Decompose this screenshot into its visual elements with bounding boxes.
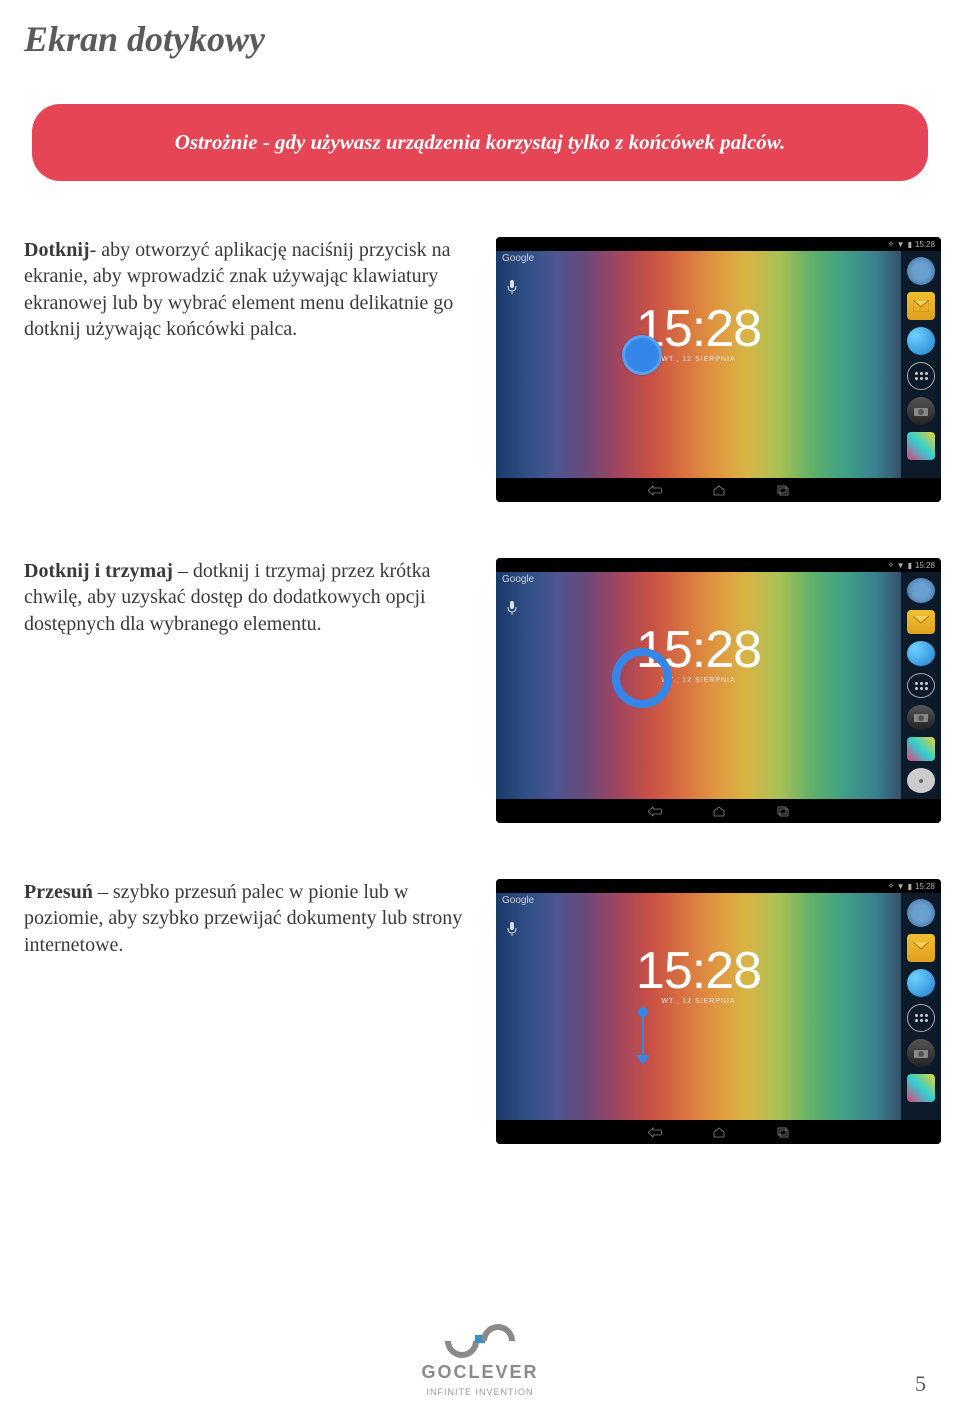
clock-time: 15:28 <box>636 941 761 1001</box>
camera-icon[interactable] <box>907 257 935 285</box>
browser-icon[interactable] <box>907 641 935 666</box>
wifi-icon: ▼ <box>897 882 905 891</box>
google-search-label[interactable]: Google <box>502 574 534 585</box>
gallery-icon[interactable] <box>907 432 935 460</box>
wallpaper: Google 15:28 WT., 12 SIERPNIA <box>496 893 901 1120</box>
status-time: 15:28 <box>915 240 935 249</box>
page-title: Ekran dotykowy <box>0 0 960 60</box>
warning-callout: Ostrożnie - gdy używasz urządzenia korzy… <box>32 104 928 181</box>
wallpaper: Google 15:28 WT., 12 SIERPNIA <box>496 251 901 478</box>
status-bar: ⟡ ▼ ▮ 15:28 <box>496 558 941 572</box>
tablet-screenshot-tap: ⟡ ▼ ▮ 15:28 Google 15:28 WT., 12 SIERPNI… <box>496 237 941 502</box>
gallery-icon[interactable] <box>907 737 935 762</box>
camera-icon[interactable] <box>907 1039 935 1067</box>
section-tap-bold: Dotknij <box>24 239 90 261</box>
camera-icon[interactable] <box>907 899 935 927</box>
footer-logo: GOCLEVER INFINITE INVENTION <box>0 1324 960 1397</box>
status-time: 15:28 <box>915 882 935 891</box>
status-time: 15:28 <box>915 561 935 570</box>
logo-brand: GOCLEVER <box>421 1362 538 1383</box>
navigation-bar <box>496 1120 941 1144</box>
browser-icon[interactable] <box>907 969 935 997</box>
section-swipe-text: Przesuń – szybko przesuń palec w pionie … <box>16 879 466 958</box>
battery-icon: ▮ <box>908 882 912 891</box>
app-dock <box>901 251 941 478</box>
tablet-screenshot-hold: ⟡ ▼ ▮ 15:28 Google 15:28 WT., 12 SIERPNI… <box>496 558 941 823</box>
battery-icon: ▮ <box>908 240 912 249</box>
section-swipe: Przesuń – szybko przesuń palec w pionie … <box>16 879 944 1144</box>
wallpaper: Google 15:28 WT., 12 SIERPNIA <box>496 572 901 799</box>
navigation-bar <box>496 478 941 502</box>
app-dock <box>901 893 941 1120</box>
section-hold-bold: Dotknij i trzymaj <box>24 560 173 582</box>
section-hold-text: Dotknij i trzymaj – dotknij i trzymaj pr… <box>16 558 466 637</box>
tap-indicator <box>622 335 662 375</box>
gallery-icon[interactable] <box>907 1074 935 1102</box>
logo-tagline: INFINITE INVENTION <box>426 1387 533 1397</box>
recent-icon[interactable] <box>776 485 790 496</box>
apps-grid-icon[interactable] <box>907 362 935 390</box>
logo-mark <box>445 1324 515 1358</box>
section-swipe-bold: Przesuń <box>24 881 93 903</box>
home-icon[interactable] <box>712 806 726 817</box>
home-icon[interactable] <box>712 1127 726 1138</box>
browser-icon[interactable] <box>907 327 935 355</box>
mail-icon[interactable] <box>907 292 935 320</box>
voice-search-icon[interactable] <box>506 921 518 937</box>
camera-icon[interactable] <box>907 397 935 425</box>
battery-icon: ▮ <box>908 561 912 570</box>
back-icon[interactable] <box>648 1127 662 1138</box>
google-search-label[interactable]: Google <box>502 895 534 906</box>
camera-icon[interactable] <box>907 578 935 603</box>
voice-search-icon[interactable] <box>506 600 518 616</box>
back-icon[interactable] <box>648 485 662 496</box>
clock-widget[interactable]: 15:28 WT., 12 SIERPNIA <box>636 941 761 1005</box>
section-tap: Dotknij- aby otworzyć aplikację naciśnij… <box>16 237 944 502</box>
app-dock <box>901 572 941 799</box>
google-search-label[interactable]: Google <box>502 253 534 264</box>
hold-indicator <box>612 648 672 708</box>
bluetooth-icon: ⟡ <box>888 239 893 249</box>
gear-icon[interactable] <box>907 768 935 793</box>
page-number: 5 <box>915 1371 926 1397</box>
warning-text: Ostrożnie - gdy używasz urządzenia korzy… <box>72 130 888 155</box>
swipe-arrow-indicator <box>642 1013 644 1057</box>
mail-icon[interactable] <box>907 610 935 635</box>
tablet-screenshot-swipe: ⟡ ▼ ▮ 15:28 Google 15:28 WT., 12 SIERPNI… <box>496 879 941 1144</box>
apps-grid-icon[interactable] <box>907 673 935 698</box>
bluetooth-icon: ⟡ <box>888 881 893 891</box>
apps-grid-icon[interactable] <box>907 1004 935 1032</box>
bluetooth-icon: ⟡ <box>888 560 893 570</box>
section-tap-text: Dotknij- aby otworzyć aplikację naciśnij… <box>16 237 466 343</box>
status-bar: ⟡ ▼ ▮ 15:28 <box>496 879 941 893</box>
back-icon[interactable] <box>648 806 662 817</box>
camera-icon[interactable] <box>907 705 935 730</box>
section-hold: Dotknij i trzymaj – dotknij i trzymaj pr… <box>16 558 944 823</box>
wifi-icon: ▼ <box>897 240 905 249</box>
navigation-bar <box>496 799 941 823</box>
recent-icon[interactable] <box>776 806 790 817</box>
recent-icon[interactable] <box>776 1127 790 1138</box>
voice-search-icon[interactable] <box>506 279 518 295</box>
home-icon[interactable] <box>712 485 726 496</box>
status-bar: ⟡ ▼ ▮ 15:28 <box>496 237 941 251</box>
mail-icon[interactable] <box>907 934 935 962</box>
wifi-icon: ▼ <box>897 561 905 570</box>
